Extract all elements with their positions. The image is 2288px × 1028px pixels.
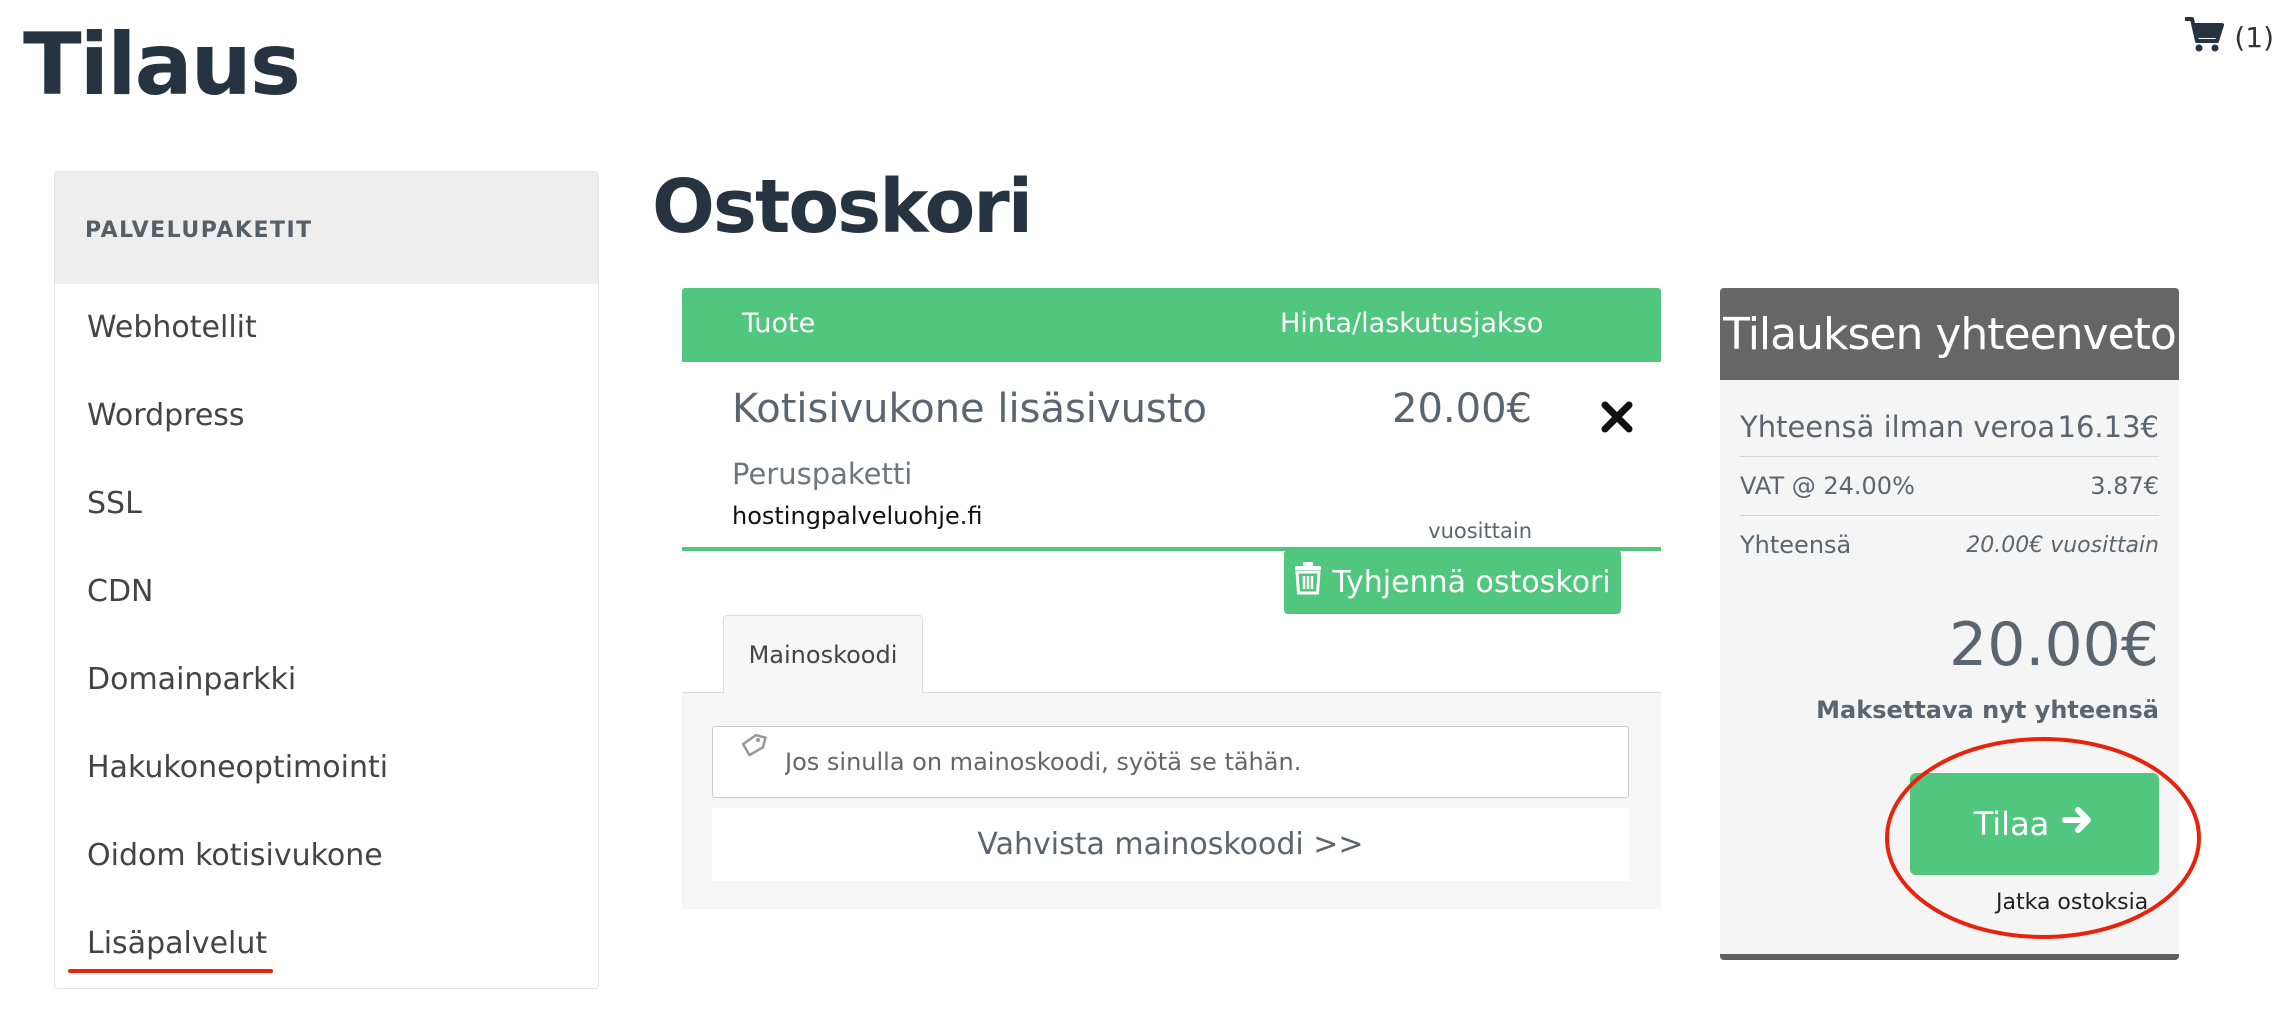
subtotal-label: Yhteensä ilman veroa	[1740, 410, 2056, 444]
sidebar: PALVELUPAKETIT Webhotellit Wordpress SSL…	[54, 171, 599, 989]
item-package: Peruspaketti	[732, 457, 913, 491]
column-header-price: Hinta/laskutusjakso	[1280, 308, 1544, 339]
item-price: 20.00€	[1392, 386, 1532, 432]
cart-item-row: Kotisivukone lisäsivusto Peruspaketti ho…	[682, 362, 1661, 551]
item-domain: hostingpalveluohje.fi	[732, 502, 983, 530]
total-recurring: 20.00€ vuosittain	[1966, 532, 2159, 558]
sidebar-item-cdn[interactable]: CDN	[87, 574, 154, 609]
column-header-product: Tuote	[742, 308, 816, 339]
total-row: Yhteensä 20.00€ vuosittain	[1740, 516, 2159, 574]
summary-body: Yhteensä ilman veroa 16.13€ VAT @ 24.00%…	[1740, 398, 2159, 574]
sidebar-item-domainparkki[interactable]: Domainparkki	[87, 662, 296, 697]
remove-item-button[interactable]	[1598, 398, 1636, 436]
sidebar-heading: PALVELUPAKETIT	[55, 172, 598, 284]
promo-code-input[interactable]	[713, 727, 1628, 797]
cart-heading: Ostoskori	[652, 164, 1033, 250]
annotation-underline	[68, 969, 273, 973]
tab-promo-code[interactable]: Mainoskoodi	[723, 615, 923, 693]
close-icon	[1601, 401, 1633, 433]
item-name: Kotisivukone lisäsivusto	[732, 386, 1207, 432]
subtotal-row: Yhteensä ilman veroa 16.13€	[1740, 398, 2159, 457]
trash-icon	[1294, 561, 1322, 603]
total-due-label: Maksettava nyt yhteensä	[1816, 696, 2159, 724]
page-title: Tilaus	[23, 15, 301, 115]
cart-count: (1)	[2234, 20, 2274, 54]
total-label: Yhteensä	[1740, 531, 1852, 559]
total-due-amount: 20.00€	[1949, 610, 2159, 680]
item-billing-cycle: vuosittain	[1428, 519, 1532, 543]
vat-row: VAT @ 24.00% 3.87€	[1740, 457, 2159, 516]
promo-panel: Vahvista mainoskoodi >>	[682, 692, 1661, 909]
sidebar-item-lisapalvelut[interactable]: Lisäpalvelut	[87, 926, 267, 961]
sidebar-item-oidom-kotisivukone[interactable]: Oidom kotisivukone	[87, 838, 383, 873]
table-header: Tuote Hinta/laskutusjakso	[682, 288, 1661, 362]
sidebar-item-hakukoneoptimointi[interactable]: Hakukoneoptimointi	[87, 750, 388, 785]
sidebar-item-ssl[interactable]: SSL	[87, 486, 142, 521]
promo-input-wrapper	[712, 726, 1629, 798]
cart-link[interactable]: (1)	[2184, 16, 2274, 58]
sidebar-item-webhotellit[interactable]: Webhotellit	[87, 310, 257, 345]
sidebar-item-wordpress[interactable]: Wordpress	[87, 398, 245, 433]
empty-cart-label: Tyhjennä ostoskori	[1332, 564, 1611, 600]
empty-cart-button[interactable]: Tyhjennä ostoskori	[1284, 550, 1621, 614]
annotation-ellipse	[1885, 737, 2201, 939]
validate-promo-button[interactable]: Vahvista mainoskoodi >>	[712, 808, 1629, 881]
subtotal-value: 16.13€	[2057, 410, 2159, 444]
vat-label: VAT @ 24.00%	[1740, 472, 1915, 500]
vat-value: 3.87€	[2090, 472, 2159, 500]
shopping-cart-icon	[2184, 16, 2225, 58]
cart-table: Tuote Hinta/laskutusjakso Kotisivukone l…	[682, 288, 1661, 551]
summary-title: Tilauksen yhteenveto	[1720, 288, 2179, 380]
